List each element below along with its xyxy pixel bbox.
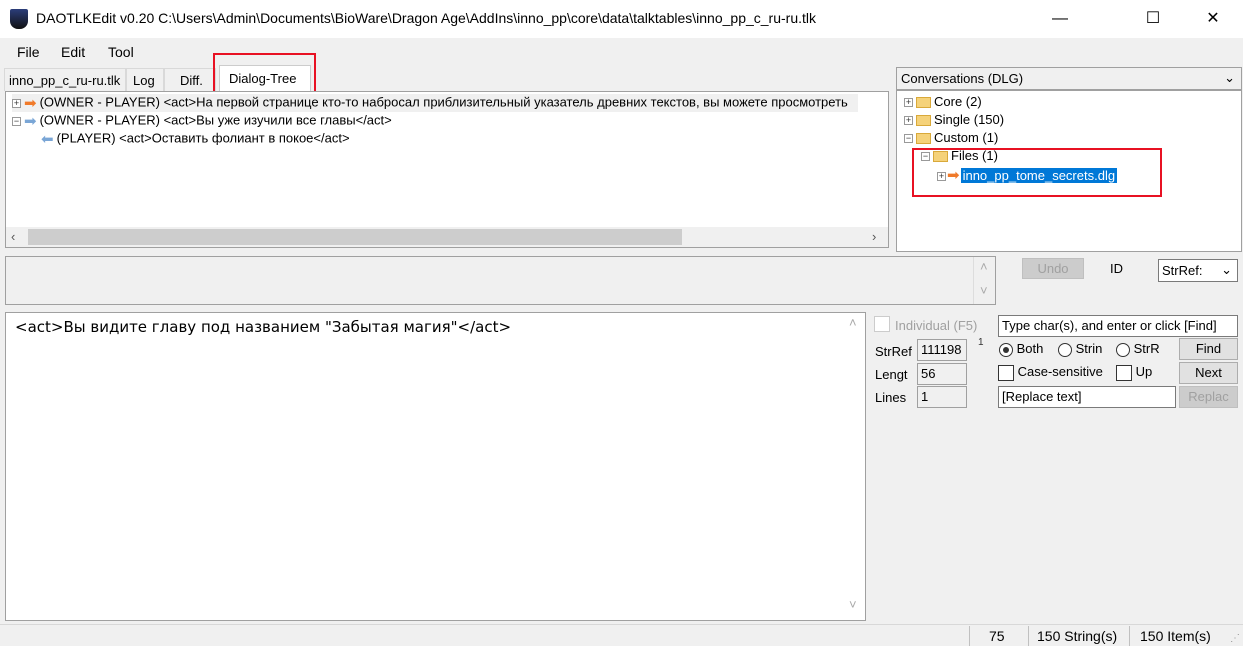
node-text: (OWNER - PLAYER) <act>На первой странице… xyxy=(39,94,848,110)
tree-item-custom[interactable]: − Custom (1) xyxy=(904,130,998,145)
radio-icon xyxy=(1116,342,1130,357)
next-button[interactable]: Next xyxy=(1179,362,1238,384)
length-value: 56 xyxy=(917,363,967,385)
node-text: (OWNER - PLAYER) <act>Вы уже изучили все… xyxy=(39,112,392,128)
up-checkbox[interactable]: Up xyxy=(1116,364,1160,381)
node-text: (PLAYER) <act>Оставить фолиант в покое</… xyxy=(56,130,350,146)
radio-string[interactable]: Strin xyxy=(1058,341,1112,357)
scroll-up-icon[interactable]: ˄ xyxy=(849,315,857,330)
strref-value: 111198 xyxy=(917,339,967,361)
dialog-tree-panel: + ➡ (OWNER - PLAYER) <act>На первой страни… xyxy=(5,91,889,248)
status-value: 75 xyxy=(989,628,1005,644)
string-editor[interactable]: <act>Вы видите главу под названием "Забы… xyxy=(5,312,866,621)
collapse-icon[interactable]: − xyxy=(12,116,21,126)
radio-icon xyxy=(999,342,1013,357)
folder-open-icon xyxy=(916,133,931,145)
lines-value: 1 xyxy=(917,386,967,408)
header-label: Conversations (DLG) xyxy=(901,71,1024,86)
resize-grip-icon[interactable]: ⋰ xyxy=(1230,633,1240,644)
arrow-right-icon: ➡ xyxy=(24,113,37,130)
secondary-text-area[interactable]: ˄ ˅ xyxy=(5,256,996,305)
folder-icon xyxy=(916,115,931,127)
strref-select[interactable]: StrRef: ⌄ xyxy=(1158,259,1238,282)
id-label: ID xyxy=(1110,261,1123,276)
find-button[interactable]: Find xyxy=(1179,338,1238,360)
tree-node[interactable]: + ➡ (OWNER - PLAYER) <act>На первой страни… xyxy=(12,94,858,112)
checkbox-label: Up xyxy=(1135,364,1153,379)
radio-label: Both xyxy=(1016,341,1044,356)
lines-label: Lines xyxy=(875,390,907,405)
scroll-thumb[interactable] xyxy=(28,229,682,245)
checkbox-label: Case-sensitive xyxy=(1017,364,1103,379)
item-label: Core (2) xyxy=(934,94,982,109)
undo-button[interactable]: Undo xyxy=(1022,258,1084,279)
individual-label: Individual (F5) xyxy=(895,318,978,333)
item-label: Custom (1) xyxy=(934,130,999,145)
vertical-scrollbar[interactable]: ˄ ˅ xyxy=(973,257,995,304)
close-button[interactable]: ✕ xyxy=(1190,0,1236,38)
menu-tool[interactable]: Tool xyxy=(108,44,134,60)
chevron-down-icon: ⌄ xyxy=(1224,70,1235,85)
expand-icon[interactable]: + xyxy=(904,116,913,126)
status-items: 150 Item(s) xyxy=(1140,628,1211,644)
status-divider xyxy=(0,624,1243,625)
radio-label: StrR xyxy=(1133,341,1160,356)
radio-both[interactable]: Both xyxy=(999,341,1043,357)
arrow-right-icon: ➡ xyxy=(24,95,37,112)
maximize-button[interactable]: ☐ xyxy=(1130,0,1176,38)
individual-checkbox[interactable] xyxy=(874,316,890,332)
scroll-right-icon[interactable]: › xyxy=(872,229,876,244)
collapse-icon[interactable]: − xyxy=(904,134,913,144)
status-strings: 150 String(s) xyxy=(1037,628,1118,644)
checkbox-icon xyxy=(998,364,1014,381)
scroll-left-icon[interactable]: ‹ xyxy=(11,229,15,244)
chevron-down-icon: ⌄ xyxy=(1221,262,1232,277)
conversations-header[interactable]: Conversations (DLG) ⌄ xyxy=(896,67,1242,90)
case-sensitive-checkbox[interactable]: Case-sensitive xyxy=(998,364,1112,381)
highlight-box xyxy=(912,148,1162,197)
scroll-down-icon[interactable]: ˅ xyxy=(849,597,857,612)
tree-item-core[interactable]: + Core (2) xyxy=(904,94,982,109)
tab-log[interactable]: Log xyxy=(126,68,164,91)
scroll-up-icon[interactable]: ˄ xyxy=(980,259,988,274)
counter: 1 xyxy=(978,337,984,348)
scroll-down-icon[interactable]: ˅ xyxy=(980,283,988,298)
item-label: Single (150) xyxy=(934,112,1005,127)
select-value: StrRef: xyxy=(1162,263,1203,278)
expand-icon[interactable]: + xyxy=(12,98,21,108)
folder-icon xyxy=(916,97,931,109)
replace-button[interactable]: Replac xyxy=(1179,386,1238,408)
find-input[interactable]: Type char(s), and enter or click [Find] xyxy=(998,315,1238,337)
menu-file[interactable]: File xyxy=(17,44,40,60)
expand-icon[interactable]: + xyxy=(904,98,913,108)
length-label: Lengt xyxy=(875,367,908,382)
app-icon xyxy=(10,9,28,29)
title-bar: DAOTLKEdit v0.20 C:\Users\Admin\Document… xyxy=(0,0,1243,38)
window-title: DAOTLKEdit v0.20 C:\Users\Admin\Document… xyxy=(36,10,816,26)
checkbox-icon xyxy=(1116,364,1132,381)
minimize-button[interactable]: — xyxy=(1037,0,1083,38)
tab-tlk[interactable]: inno_pp_c_ru-ru.tlk xyxy=(4,68,126,91)
tree-node[interactable]: ⬅ (PLAYER) <act>Оставить фолиант в покое<… xyxy=(38,130,350,148)
radio-strref[interactable]: StrR xyxy=(1116,341,1168,357)
horizontal-scrollbar[interactable]: ‹ › xyxy=(6,227,888,247)
editor-text: <act>Вы видите главу под названием "Забы… xyxy=(15,318,512,336)
menu-edit[interactable]: Edit xyxy=(61,44,85,60)
tree-node[interactable]: − ➡ (OWNER - PLAYER) <act>Вы уже изучили в… xyxy=(12,112,392,130)
radio-label: Strin xyxy=(1075,341,1103,356)
vertical-scrollbar[interactable]: ˄ ˅ xyxy=(843,313,865,620)
radio-icon xyxy=(1058,342,1072,357)
tree-item-single[interactable]: + Single (150) xyxy=(904,112,1004,127)
strref-label: StrRef xyxy=(875,344,912,359)
tab-diff[interactable]: Diff. xyxy=(164,68,216,91)
replace-input[interactable]: [Replace text] xyxy=(998,386,1176,408)
arrow-left-icon: ⬅ xyxy=(41,131,54,148)
